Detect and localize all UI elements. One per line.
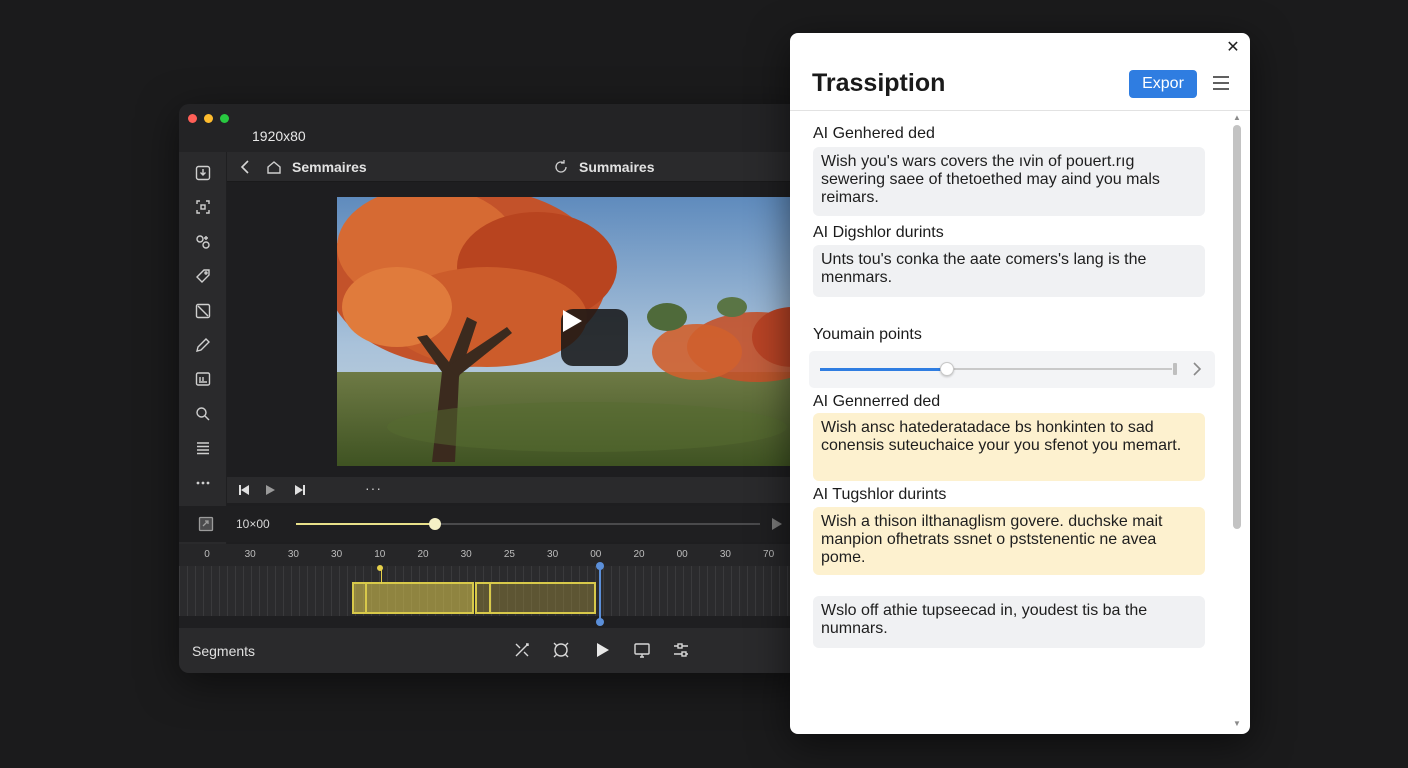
window-controls bbox=[188, 114, 229, 123]
effects-icon[interactable] bbox=[188, 227, 218, 257]
chevron-right-icon[interactable] bbox=[1190, 361, 1204, 377]
timeline-ruler: 0 30 30 30 10 20 30 25 30 00 20 00 30 70 bbox=[179, 544, 809, 566]
refresh-icon bbox=[555, 160, 567, 173]
maximize-window-dot[interactable] bbox=[220, 114, 229, 123]
fit-icon[interactable] bbox=[198, 516, 214, 532]
pencil-icon[interactable] bbox=[188, 330, 218, 360]
ruler-tick-label: 30 bbox=[244, 549, 256, 560]
transport-more-button[interactable]: ··· bbox=[365, 480, 382, 496]
window-title: 1920x80 bbox=[252, 128, 306, 144]
section-title: AI Digshlor durints bbox=[813, 224, 944, 241]
scrub-slider[interactable] bbox=[296, 518, 760, 530]
section-title: AI Genhered ded bbox=[813, 125, 935, 142]
loop-icon[interactable] bbox=[551, 640, 571, 660]
scroll-down-arrow[interactable]: ▼ bbox=[1233, 719, 1241, 728]
highlighted-transcript-card[interactable]: Wish ansc hatederatadace bs honkinten to… bbox=[813, 413, 1205, 481]
scroll-up-arrow[interactable]: ▲ bbox=[1233, 113, 1241, 122]
scrub-progress bbox=[296, 523, 436, 525]
frame-icon[interactable] bbox=[632, 640, 652, 660]
transcription-panel: ✕ Trassiption Expor AI Genhered ded Wish… bbox=[790, 33, 1250, 734]
search-icon[interactable] bbox=[188, 399, 218, 429]
transport-controls: ··· bbox=[227, 477, 809, 503]
viewer-nav-bar: Semmaires Summaires bbox=[227, 152, 809, 182]
transcript-card[interactable]: Wish you's wars covers the ıvin of pouer… bbox=[813, 147, 1205, 216]
ruler-tick-label: 30 bbox=[460, 549, 472, 560]
play-small-icon[interactable] bbox=[262, 482, 278, 498]
title-bar: 1920x80 bbox=[179, 104, 809, 152]
current-time: 10×00 bbox=[236, 517, 270, 531]
hamburger-menu-icon[interactable] bbox=[1212, 75, 1230, 91]
transcript-card[interactable]: Wslo off athie tupseecad in, youdest tis… bbox=[813, 596, 1205, 648]
scrub-row: 10×00 bbox=[179, 506, 809, 542]
scrollbar-thumb[interactable] bbox=[1233, 125, 1241, 529]
ruler-tick-label: 0 bbox=[204, 549, 210, 560]
more-icon[interactable] bbox=[188, 468, 218, 498]
section-title: AI Tugshlor durints bbox=[813, 486, 947, 503]
ruler-tick-label: 25 bbox=[503, 549, 515, 560]
adjust-icon[interactable] bbox=[671, 640, 691, 660]
play-icon bbox=[563, 310, 582, 332]
close-window-dot[interactable] bbox=[188, 114, 197, 123]
home-icon[interactable] bbox=[265, 158, 283, 176]
ruler-tick-label: 00 bbox=[676, 549, 688, 560]
crop-icon[interactable] bbox=[188, 192, 218, 222]
ruler-tick-label: 30 bbox=[719, 549, 731, 560]
import-icon[interactable] bbox=[188, 158, 218, 188]
ruler-tick-label: 70 bbox=[763, 549, 775, 560]
panel-scrollbar[interactable]: ▲ ▼ bbox=[1232, 113, 1242, 733]
play-segment-icon[interactable] bbox=[592, 640, 612, 660]
tool-sidebar bbox=[179, 152, 226, 550]
video-editor-window: 1920x80 Semmaires Summaires ··· 10×00 0 … bbox=[179, 104, 809, 673]
slider-fill bbox=[820, 367, 947, 371]
timeline-clip[interactable] bbox=[352, 582, 474, 614]
highlighted-transcript-card[interactable]: Wish a thison ilthanaglism govere. duchs… bbox=[813, 507, 1205, 575]
step-forward-icon[interactable] bbox=[771, 517, 783, 531]
main-points-slider[interactable] bbox=[820, 362, 1172, 376]
slider-thumb[interactable] bbox=[939, 362, 954, 376]
ruler-tick-label: 20 bbox=[417, 549, 429, 560]
scrub-thumb[interactable] bbox=[429, 518, 442, 530]
ruler-tick-label: 00 bbox=[590, 549, 602, 560]
clip-split-line bbox=[489, 582, 491, 614]
slider-end-handle[interactable] bbox=[1173, 363, 1177, 375]
main-points-slider-row bbox=[809, 351, 1215, 388]
main-points-title: Youmain points bbox=[813, 326, 922, 343]
list-icon[interactable] bbox=[188, 433, 218, 463]
play-overlay-button[interactable] bbox=[561, 309, 628, 366]
ruler-tick-label: 30 bbox=[287, 549, 299, 560]
in-marker-knob[interactable] bbox=[377, 565, 383, 571]
back-chevron-icon[interactable] bbox=[237, 158, 255, 176]
timeline-clip[interactable] bbox=[475, 582, 596, 614]
transcript-content: AI Genhered ded Wish you's wars covers t… bbox=[790, 111, 1230, 734]
breadcrumb-label[interactable]: Semmaires bbox=[292, 159, 367, 175]
video-frame[interactable] bbox=[337, 197, 809, 466]
transcript-card[interactable]: Unts tou's conka the aate comers's lang … bbox=[813, 245, 1205, 297]
minimize-window-dot[interactable] bbox=[204, 114, 213, 123]
playhead-top-knob[interactable] bbox=[596, 562, 604, 570]
ruler-tick-label: 10 bbox=[374, 549, 386, 560]
split-icon[interactable] bbox=[512, 640, 532, 660]
ruler-tick-label: 30 bbox=[331, 549, 343, 560]
close-icon[interactable]: ✕ bbox=[1224, 39, 1242, 57]
timeline-track[interactable] bbox=[179, 562, 809, 626]
skip-back-icon[interactable] bbox=[236, 482, 252, 498]
ruler-tick-label: 30 bbox=[547, 549, 559, 560]
export-button[interactable]: Expor bbox=[1129, 70, 1197, 98]
tag-icon[interactable] bbox=[188, 261, 218, 291]
ruler-tick-label: 20 bbox=[633, 549, 645, 560]
panel-title: Trassiption bbox=[812, 69, 946, 97]
view-title: Summaires bbox=[579, 159, 655, 175]
playhead[interactable] bbox=[599, 566, 601, 622]
caption-icon[interactable] bbox=[188, 364, 218, 394]
segments-label: Segments bbox=[192, 643, 256, 659]
skip-forward-icon[interactable] bbox=[292, 482, 308, 498]
transition-icon[interactable] bbox=[188, 296, 218, 326]
section-title: AI Gennerred ded bbox=[813, 393, 941, 410]
playhead-bottom-knob[interactable] bbox=[596, 618, 604, 626]
segments-toolbar: Segments bbox=[179, 628, 809, 673]
clip-split-line bbox=[365, 582, 367, 614]
